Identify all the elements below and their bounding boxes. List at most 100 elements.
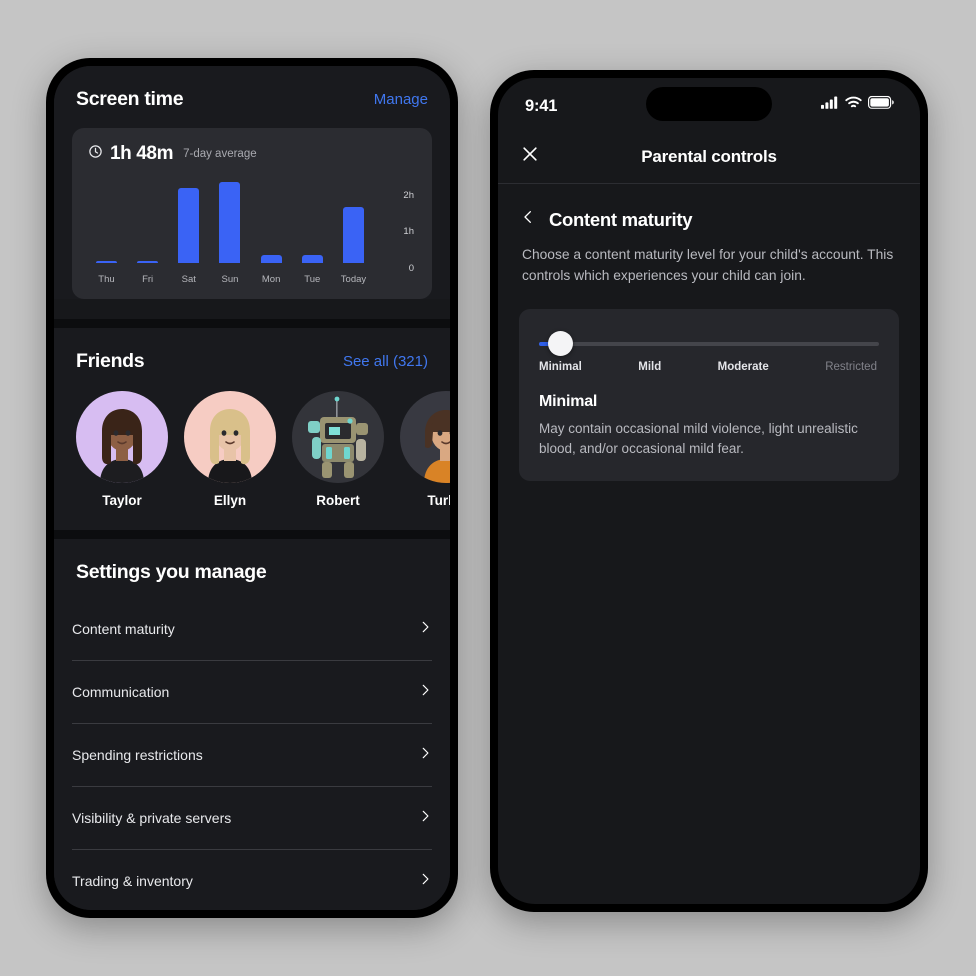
chart-bar-column bbox=[253, 177, 290, 263]
chart-bar bbox=[342, 206, 364, 263]
chart-bar-column bbox=[212, 177, 249, 263]
chevron-right-icon[interactable] bbox=[418, 682, 432, 703]
content-maturity-subheader: Content maturity bbox=[498, 184, 920, 231]
chart-x-tick: Mon bbox=[261, 274, 281, 285]
see-all-friends-link[interactable]: See all (321) bbox=[343, 353, 428, 370]
chart-bar bbox=[301, 255, 323, 263]
friends-section: Friends See all (321) Taylor Ellyn Rober… bbox=[54, 328, 450, 530]
friend-item[interactable]: Turbo bbox=[400, 391, 450, 508]
settings-row-label: Trading & inventory bbox=[72, 873, 193, 889]
slider-tick-restricted[interactable]: Restricted bbox=[825, 361, 877, 373]
status-bar-icons bbox=[821, 95, 894, 114]
chevron-right-icon[interactable] bbox=[418, 745, 432, 766]
screen-time-card: 1h 48m 7-day average Thu Fri Sat Sun Mon Tue T… bbox=[72, 128, 432, 299]
phone-right: 9:41 Parental controls Content maturity … bbox=[490, 70, 928, 912]
friend-name: Taylor bbox=[102, 493, 142, 508]
chart-bar-column bbox=[170, 177, 207, 263]
phone-left: Screen time Manage 1h 48m 7-day average bbox=[46, 58, 458, 918]
friend-name: Robert bbox=[316, 493, 360, 508]
screen-time-value: 1h 48m bbox=[110, 143, 174, 164]
screen-time-title: Screen time bbox=[76, 88, 184, 110]
avatar[interactable] bbox=[76, 391, 168, 483]
cellular-signal-icon bbox=[821, 96, 839, 114]
settings-row[interactable]: Content maturity bbox=[72, 598, 432, 660]
content-maturity-description: Choose a content maturity level for your… bbox=[522, 247, 894, 284]
chart-bar bbox=[178, 187, 200, 263]
chart-x-tick: Sun bbox=[221, 274, 239, 285]
chart-bar-column bbox=[88, 177, 125, 263]
avatar[interactable] bbox=[292, 391, 384, 483]
slider-track[interactable] bbox=[539, 341, 879, 346]
settings-row[interactable]: Trading & inventory bbox=[72, 850, 432, 910]
settings-list: Content maturity Communication Spending … bbox=[54, 598, 450, 910]
settings-section: Settings you manage Content maturity Com… bbox=[54, 539, 450, 910]
chart-x-tick: Sat bbox=[181, 274, 196, 285]
chart-bars bbox=[88, 177, 372, 263]
chart-x-tick: Fri bbox=[142, 274, 154, 285]
chart-x-tick: Today bbox=[340, 274, 367, 285]
friend-item[interactable]: Taylor bbox=[76, 391, 168, 508]
chevron-right-icon[interactable] bbox=[418, 808, 432, 829]
close-icon[interactable] bbox=[520, 144, 540, 169]
settings-row-label: Communication bbox=[72, 684, 170, 700]
avatar[interactable] bbox=[184, 391, 276, 483]
settings-row-label: Content maturity bbox=[72, 621, 175, 637]
chevron-left-icon[interactable] bbox=[520, 208, 536, 231]
chart-bar-column bbox=[335, 177, 372, 263]
settings-header: Settings you manage bbox=[54, 539, 450, 598]
selected-level-name: Minimal bbox=[539, 392, 598, 410]
settings-title: Settings you manage bbox=[76, 561, 267, 583]
maturity-slider[interactable] bbox=[539, 330, 879, 357]
screen-time-section: Screen time Manage 1h 48m 7-day average bbox=[54, 66, 450, 299]
content-maturity-title: Content maturity bbox=[549, 208, 693, 230]
chart-bar bbox=[95, 261, 117, 263]
chart-y-tick: 1h bbox=[403, 226, 414, 238]
battery-full-icon bbox=[868, 95, 894, 114]
friends-list[interactable]: Taylor Ellyn Robert Tur bbox=[54, 373, 450, 530]
chart-bar bbox=[260, 255, 282, 263]
chart-bar-column bbox=[129, 177, 166, 263]
right-screen: 9:41 Parental controls Content maturity … bbox=[498, 78, 920, 904]
dynamic-island bbox=[646, 87, 772, 121]
settings-row[interactable]: Spending restrictions bbox=[72, 724, 432, 786]
friend-item[interactable]: Robert bbox=[292, 391, 384, 508]
slider-tick-moderate[interactable]: Moderate bbox=[718, 361, 769, 373]
chart-bar bbox=[219, 182, 241, 263]
slider-tick-labels[interactable]: Minimal Mild Moderate Restricted bbox=[539, 361, 879, 373]
clock-icon bbox=[88, 144, 103, 164]
selected-level-description: May contain occasional mild violence, li… bbox=[539, 420, 858, 456]
chart-y-labels: 2h 1h 0 bbox=[376, 173, 416, 274]
left-screen: Screen time Manage 1h 48m 7-day average bbox=[54, 66, 450, 910]
manage-link[interactable]: Manage bbox=[374, 91, 428, 108]
friends-header: Friends See all (321) bbox=[54, 328, 450, 373]
nav-title: Parental controls bbox=[641, 146, 777, 166]
settings-row[interactable]: Visibility & private servers bbox=[72, 787, 432, 849]
maturity-card: Minimal Mild Moderate Restricted Minimal Ma… bbox=[519, 308, 899, 482]
section-divider-1 bbox=[54, 319, 450, 328]
chart-x-tick: Tue bbox=[304, 274, 321, 285]
wifi-icon bbox=[845, 96, 862, 114]
friend-item[interactable]: Ellyn bbox=[184, 391, 276, 508]
slider-tick-minimal[interactable]: Minimal bbox=[539, 361, 582, 373]
chevron-right-icon[interactable] bbox=[418, 619, 432, 640]
chart-bar bbox=[137, 261, 159, 263]
status-bar-time: 9:41 bbox=[525, 96, 558, 115]
chevron-right-icon[interactable] bbox=[418, 871, 432, 892]
status-bar: 9:41 bbox=[498, 78, 920, 130]
avatar[interactable] bbox=[400, 391, 450, 483]
slider-thumb[interactable] bbox=[548, 330, 573, 356]
nav-bar: Parental controls bbox=[498, 130, 920, 184]
friend-name: Turbo bbox=[427, 493, 450, 508]
slider-tick-mild[interactable]: Mild bbox=[638, 361, 661, 373]
friends-title: Friends bbox=[76, 350, 145, 372]
screen-time-header: Screen time Manage bbox=[54, 66, 450, 111]
settings-row-label: Spending restrictions bbox=[72, 747, 203, 763]
friend-name: Ellyn bbox=[213, 493, 247, 508]
settings-row[interactable]: Communication bbox=[72, 661, 432, 723]
section-divider-2 bbox=[54, 530, 450, 539]
chart-y-tick: 2h bbox=[403, 189, 414, 201]
screen-time-chart: Thu Fri Sat Sun Mon Tue Today 2h 1h 0 bbox=[88, 177, 416, 285]
chart-bar-column bbox=[294, 177, 331, 263]
screen-time-summary: 1h 48m 7-day average bbox=[88, 143, 416, 165]
chart-x-labels: Thu Fri Sat Sun Mon Tue Today bbox=[88, 274, 372, 285]
